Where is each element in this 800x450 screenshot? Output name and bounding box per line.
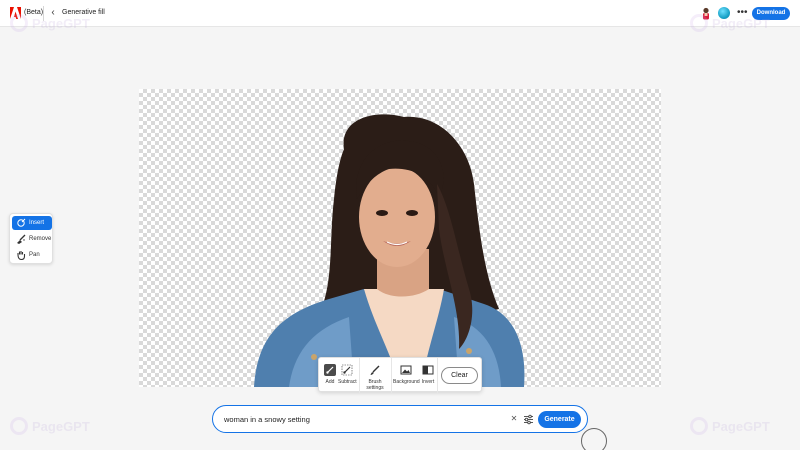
remove-brush-icon <box>17 234 26 244</box>
top-bar: (Beta) ‹ Generative fill ••• Download <box>0 0 800 27</box>
close-icon: ✕ <box>510 414 518 423</box>
toolbar-divider <box>437 358 438 393</box>
prompt-bar: ✕ Generate <box>212 405 588 433</box>
watermark-text: PageGPT <box>32 15 90 31</box>
hand-icon <box>17 251 26 260</box>
clear-prompt-button[interactable]: ✕ <box>509 413 519 425</box>
portrait-image <box>254 114 525 387</box>
background-label: Background <box>393 379 420 385</box>
invert-button[interactable]: Invert <box>420 364 436 385</box>
tools-panel: Insert Remove Pan <box>9 213 53 264</box>
generate-button[interactable]: Generate <box>538 411 581 428</box>
brush-cursor <box>581 428 607 450</box>
image-canvas[interactable] <box>139 89 661 387</box>
watermark-top-left: PageGPT <box>10 14 90 32</box>
toolbar-divider <box>391 358 392 393</box>
watermark-logo-icon <box>10 14 28 32</box>
watermark-top-right: PageGPT <box>690 14 770 32</box>
toolbar-divider <box>359 358 360 393</box>
sliders-icon[interactable] <box>523 414 534 425</box>
brush-toolbar: Add Subtract Brush settings Background I… <box>318 357 482 393</box>
watermark-logo-icon <box>690 417 708 435</box>
watermark-bottom-left: PageGPT <box>10 417 90 435</box>
watermark-text: PageGPT <box>32 418 90 434</box>
subtract-button[interactable]: Subtract <box>338 364 357 385</box>
brush-settings-button[interactable]: Brush settings <box>361 364 389 391</box>
add-label: Add <box>325 379 335 385</box>
watermark-logo-icon <box>10 417 28 435</box>
brush-settings-label: Brush settings <box>366 379 384 391</box>
watermark-bottom-right: PageGPT <box>690 417 770 435</box>
tool-pan-label: Pan <box>29 252 40 258</box>
insert-brush-icon <box>17 218 26 227</box>
add-button[interactable]: Add <box>322 364 338 385</box>
prompt-input[interactable] <box>224 413 504 426</box>
subtract-brush-icon <box>341 364 353 376</box>
tool-insert-label: Insert <box>29 220 45 226</box>
image-icon <box>400 365 412 375</box>
tool-remove[interactable]: Remove <box>12 232 52 246</box>
tool-insert[interactable]: Insert <box>12 216 52 230</box>
tool-remove-label: Remove <box>29 236 52 242</box>
watermark-text: PageGPT <box>712 418 770 434</box>
tool-pan[interactable]: Pan <box>12 248 52 262</box>
invert-label: Invert <box>421 379 435 385</box>
brush-icon <box>370 365 380 375</box>
invert-icon <box>422 365 434 375</box>
background-button[interactable]: Background <box>393 364 420 385</box>
add-brush-icon <box>324 364 336 376</box>
clear-button[interactable]: Clear <box>441 367 478 384</box>
watermark-text: PageGPT <box>712 15 770 31</box>
watermark-logo-icon <box>690 14 708 32</box>
subtract-label: Subtract <box>338 379 357 385</box>
